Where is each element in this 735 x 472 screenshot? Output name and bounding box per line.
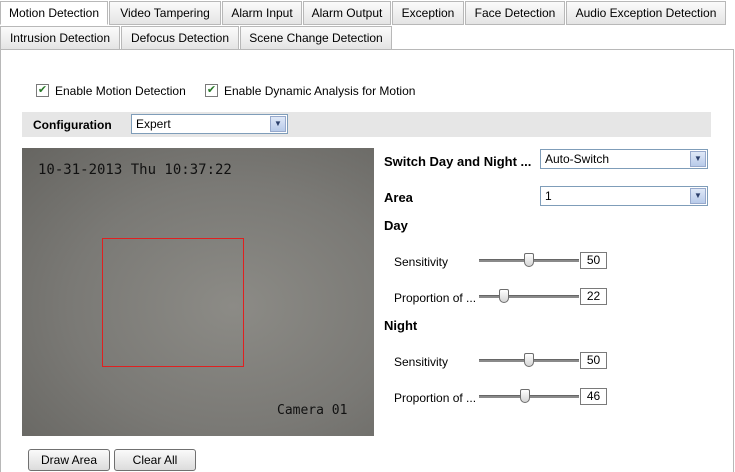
day-sensitivity-value[interactable]: 50 [580, 252, 607, 269]
day-sensitivity-label: Sensitivity [394, 255, 449, 269]
switch-day-night-value: Auto-Switch [545, 152, 610, 166]
osd-camera-name: Camera 01 [277, 403, 348, 418]
night-section-label: Night [384, 318, 418, 333]
day-section-label: Day [384, 218, 408, 233]
night-proportion-thumb[interactable] [520, 389, 530, 403]
checkmark-icon: ✔ [206, 84, 217, 96]
enable-dynamic-analysis-label: Enable Dynamic Analysis for Motion [224, 84, 416, 98]
day-proportion-thumb[interactable] [499, 289, 509, 303]
switch-day-night-select[interactable]: Auto-Switch ▼ [540, 149, 708, 169]
configuration-value: Expert [136, 117, 171, 131]
enable-dynamic-analysis-checkbox[interactable]: ✔ [205, 84, 218, 97]
night-sensitivity-value[interactable]: 50 [580, 352, 607, 369]
switch-day-night-label: Switch Day and Night ... [384, 154, 532, 169]
chevron-down-icon[interactable]: ▼ [690, 151, 706, 167]
day-proportion-label: Proportion of ... [394, 291, 477, 305]
night-sensitivity-thumb[interactable] [524, 353, 534, 367]
area-value: 1 [545, 189, 552, 203]
night-proportion-label: Proportion of ... [394, 391, 477, 405]
chevron-down-icon[interactable]: ▼ [270, 116, 286, 132]
configuration-select[interactable]: Expert ▼ [131, 114, 288, 134]
night-proportion-value[interactable]: 46 [580, 388, 607, 405]
day-proportion-value[interactable]: 22 [580, 288, 607, 305]
video-preview[interactable]: 10-31-2013 Thu 10:37:22 Camera 01 [22, 148, 374, 436]
enable-motion-checkbox[interactable]: ✔ [36, 84, 49, 97]
area-select[interactable]: 1 ▼ [540, 186, 708, 206]
enable-motion-label: Enable Motion Detection [55, 84, 186, 98]
night-sensitivity-label: Sensitivity [394, 355, 449, 369]
area-label: Area [384, 190, 413, 205]
motion-area-box[interactable] [102, 238, 244, 367]
chevron-down-icon[interactable]: ▼ [690, 188, 706, 204]
day-sensitivity-thumb[interactable] [524, 253, 534, 267]
draw-area-button[interactable]: Draw Area [28, 449, 110, 471]
checkmark-icon: ✔ [37, 84, 48, 96]
osd-timestamp: 10-31-2013 Thu 10:37:22 [38, 162, 232, 178]
configuration-label: Configuration [33, 118, 112, 132]
configuration-bar [22, 112, 711, 137]
clear-all-button[interactable]: Clear All [114, 449, 196, 471]
day-proportion-slider[interactable] [479, 295, 579, 298]
